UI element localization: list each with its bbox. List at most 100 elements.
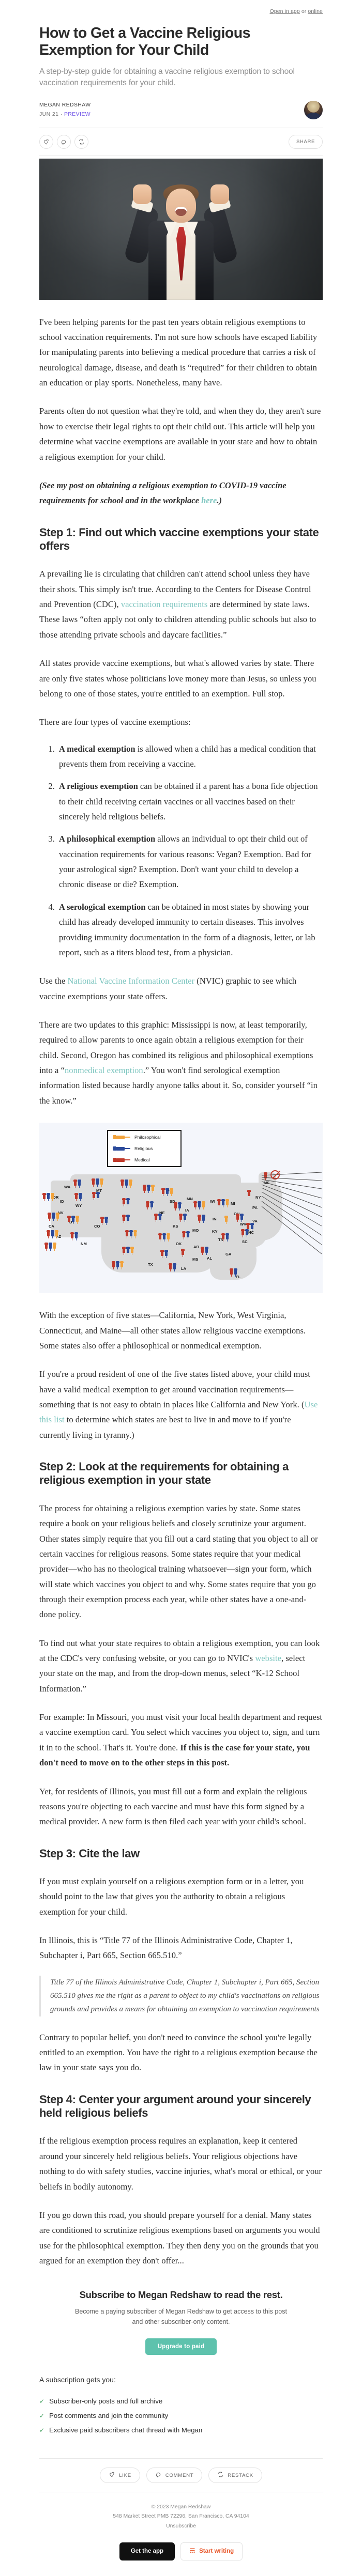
state-label: WI xyxy=(210,1199,215,1204)
paragraph: I've been helping parents for the past t… xyxy=(39,317,318,388)
state-label: LA xyxy=(181,1266,187,1271)
footer-comment-button[interactable]: COMMENT xyxy=(146,2468,203,2484)
map-landmass-southeast xyxy=(210,1246,257,1280)
comment-icon xyxy=(61,138,67,145)
map-pin-medical xyxy=(74,1193,78,1201)
paragraph: There are two updates to this graphic: M… xyxy=(39,1017,323,1108)
map-pin-religious xyxy=(126,1215,130,1223)
comment-button[interactable] xyxy=(57,134,71,149)
footer-action-bar: LIKE COMMENT RESTACK xyxy=(0,2459,362,2492)
nvic-website-link[interactable]: website xyxy=(255,1653,281,1663)
map-pin-medical xyxy=(161,1188,165,1196)
paragraph: Use the National Vaccine Information Cen… xyxy=(39,973,323,1004)
page-title: How to Get a Vaccine Religious Exemption… xyxy=(39,25,251,59)
map-pin-religious xyxy=(126,1198,130,1206)
map-pin-medical xyxy=(241,1229,245,1237)
perks-list: ✓ Subscriber-only posts and full archive … xyxy=(39,2397,323,2434)
map-pin-medical xyxy=(160,1250,164,1258)
nonmedical-exemption-link[interactable]: nonmedical exemption xyxy=(65,1065,143,1075)
map-pin-medical xyxy=(100,1217,104,1225)
state-label: MS xyxy=(192,1257,199,1262)
map-pin-medical xyxy=(125,1230,129,1238)
vaccination-requirements-link[interactable]: vaccination requirements xyxy=(121,599,208,609)
get-the-app-button[interactable]: Get the app xyxy=(119,2542,175,2561)
step-4-heading: Step 4: Center your argument around your… xyxy=(39,2092,311,2120)
start-writing-button[interactable]: Start writing xyxy=(180,2542,243,2561)
map-pin-medical xyxy=(198,1215,201,1223)
state-label: NC xyxy=(248,1230,254,1235)
unsubscribe-link[interactable]: Unsubscribe xyxy=(166,2523,196,2529)
covid-note-pre: (See my post on obtaining a religious ex… xyxy=(39,480,286,506)
map-pin-religious xyxy=(52,1213,55,1221)
map-pin-philosophical xyxy=(133,1230,137,1238)
state-label: PA xyxy=(252,1205,258,1211)
list-item: A religious exemption can be obtained if… xyxy=(57,779,323,824)
hero-image xyxy=(39,158,323,300)
paragraph: With the exception of five states—Califo… xyxy=(39,1310,306,1351)
map-pin-religious xyxy=(183,1214,187,1222)
like-button[interactable] xyxy=(39,134,53,149)
map-pin-medical xyxy=(122,1215,126,1223)
map-pin-religious xyxy=(245,1229,249,1237)
perk-label: Post comments and join the community xyxy=(49,2412,169,2420)
footer-buttons: Get the app Start writing xyxy=(0,2535,362,2576)
map-pin-religious xyxy=(225,1233,229,1242)
paywall-title: Subscribe to Megan Redshaw to read the r… xyxy=(79,2289,283,2301)
map-pin-philosophical xyxy=(202,1201,205,1209)
perks-heading: A subscription gets you: xyxy=(39,2376,116,2384)
byline: MEGAN REDSHAW JUN 21 · PREVIEW xyxy=(39,100,323,119)
map-pin-religious xyxy=(78,1180,81,1188)
share-button[interactable]: SHARE xyxy=(289,134,323,149)
map-pin-medical xyxy=(201,1247,204,1255)
state-label: AR xyxy=(193,1245,199,1250)
map-pin-religious xyxy=(125,1180,128,1188)
list-item: ✓ Subscriber-only posts and full archive xyxy=(39,2397,323,2405)
p5-part-a: Use the xyxy=(39,976,68,986)
post-body: I've been helping parents for the past t… xyxy=(0,315,362,1109)
paragraph: Yet, for residents of Illinois, you must… xyxy=(39,1786,307,1827)
map-pin-medical xyxy=(174,1202,177,1211)
legend-item: Philosophical xyxy=(113,1135,176,1140)
byline-text: MEGAN REDSHAW JUN 21 · PREVIEW xyxy=(39,101,91,119)
status-badge: PREVIEW xyxy=(64,112,91,118)
map-pin-religious xyxy=(162,1233,166,1242)
footer-like-button[interactable]: LIKE xyxy=(100,2468,140,2484)
email-post-page: Open in app or online How to Get a Vacci… xyxy=(0,0,362,2576)
map-pin-philosophical xyxy=(130,1247,134,1255)
map-pin-medical xyxy=(122,1247,126,1255)
map-pin-medical xyxy=(247,1190,251,1198)
map-pin-religious xyxy=(79,1193,82,1201)
map-pin-religious xyxy=(96,1178,99,1187)
open-in-app-link[interactable]: Open in app xyxy=(269,8,299,14)
paragraph: Parents often do not question what they'… xyxy=(39,406,321,462)
paragraph: Contrary to popular belief, you don't ne… xyxy=(39,2032,318,2073)
step-2-heading: Step 2: Look at the requirements for obt… xyxy=(39,1460,289,1487)
heart-icon xyxy=(109,2471,115,2479)
upgrade-to-paid-button[interactable]: Upgrade to paid xyxy=(145,2338,217,2355)
state-label: OK xyxy=(176,1242,182,1247)
paragraph: If you go down this road, you should pre… xyxy=(39,2210,320,2265)
footer-restack-button[interactable]: RESTACK xyxy=(208,2468,262,2484)
open-online-link[interactable]: online xyxy=(308,8,323,14)
state-label: CO xyxy=(94,1224,100,1229)
map-pin-medical xyxy=(92,1192,96,1200)
map-pin-philosophical xyxy=(53,1243,56,1251)
list-intro: There are four types of vaccine exemptio… xyxy=(39,717,191,727)
map-pin-religious xyxy=(165,1188,169,1196)
state-label: SC xyxy=(242,1239,248,1245)
map-pin-medical xyxy=(236,1214,239,1222)
avatar[interactable] xyxy=(304,100,323,119)
exemption-term: A philosophical exemption xyxy=(59,834,156,844)
state-label: GA xyxy=(225,1252,232,1257)
paywall-subtitle: Become a paying subscriber of Megan Reds… xyxy=(75,2308,287,2325)
covid-note-post: .) xyxy=(217,495,222,506)
nvic-link[interactable]: National Vaccine Information Center xyxy=(67,976,194,986)
map-pin-religious xyxy=(147,1185,150,1193)
check-icon: ✓ xyxy=(39,2397,45,2405)
map-pin-medical xyxy=(217,1199,221,1207)
post-action-bar: SHARE xyxy=(0,128,362,156)
covid-note-link[interactable]: here xyxy=(201,495,217,505)
step-1-heading: Step 1: Find out which vaccine exemption… xyxy=(39,525,319,552)
map-pin-religious xyxy=(49,1243,52,1251)
restack-button[interactable] xyxy=(74,134,88,149)
